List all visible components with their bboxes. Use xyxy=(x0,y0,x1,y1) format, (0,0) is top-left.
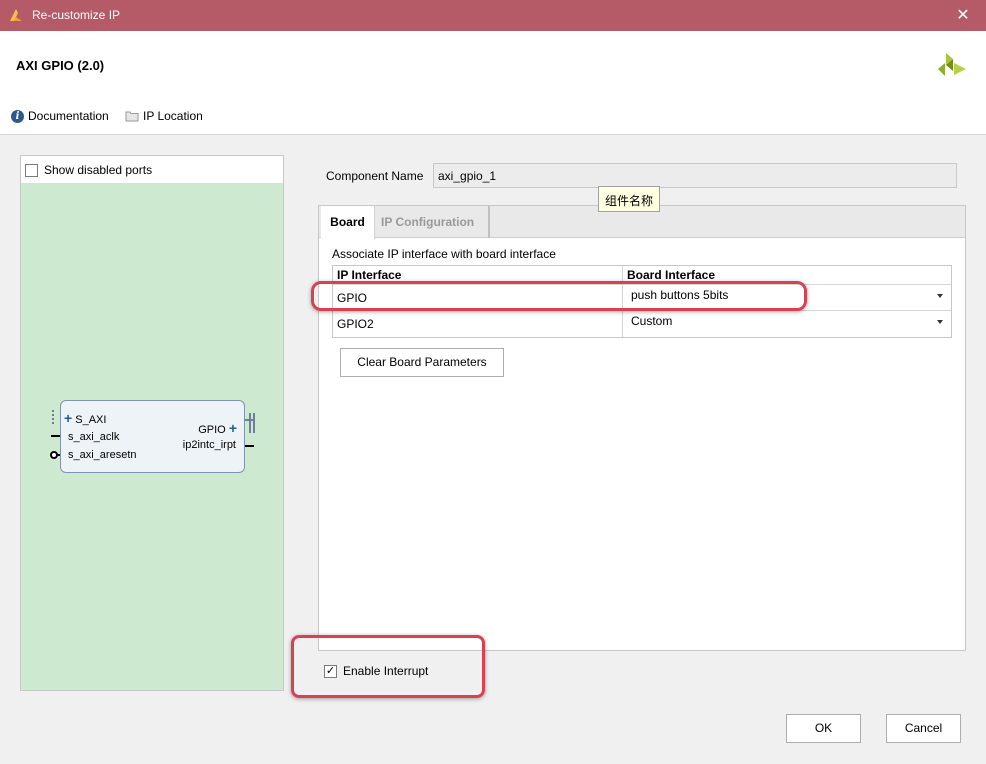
associate-label: Associate IP interface with board interf… xyxy=(332,247,556,261)
documentation-label: Documentation xyxy=(28,109,109,123)
ip-title: AXI GPIO (2.0) xyxy=(16,58,105,73)
ip-interface-cell: GPIO xyxy=(333,285,623,310)
tab-board[interactable]: Board xyxy=(321,206,375,239)
configuration-area: Component Name axi_gpio_1 组件名称 Board IP … xyxy=(300,155,980,715)
expand-plus-icon: + xyxy=(64,410,73,426)
clear-board-parameters-button[interactable]: Clear Board Parameters xyxy=(340,348,504,377)
window-title: Re-customize IP xyxy=(32,8,121,22)
gpio-pin: GPIO + xyxy=(198,420,237,436)
col-ip-interface: IP Interface xyxy=(333,266,623,284)
s-axi-aclk-pin: s_axi_aclk xyxy=(68,431,120,443)
table-header: IP Interface Board Interface xyxy=(333,266,951,285)
enable-interrupt-label: Enable Interrupt xyxy=(343,664,429,678)
s-axi-pin: + S_AXI xyxy=(64,410,106,426)
axi-gpio-block[interactable]: + S_AXI s_axi_aclk s_axi_aresetn GPIO + … xyxy=(60,400,245,473)
board-interface-value: push buttons 5bits xyxy=(631,288,729,302)
table-row: GPIO2 Custom xyxy=(333,311,951,337)
chevron-down-icon xyxy=(937,320,943,324)
show-disabled-ports-label: Show disabled ports xyxy=(44,163,153,177)
board-interface-select[interactable]: Custom xyxy=(623,311,951,337)
xilinx-logo-icon xyxy=(938,53,966,76)
board-interface-select[interactable]: push buttons 5bits xyxy=(623,285,951,310)
ip-symbol-panel: Show disabled ports + S_AXI s_axi_aclk s… xyxy=(20,155,284,691)
close-button[interactable]: ✕ xyxy=(940,0,986,31)
s-axi-label: S_AXI xyxy=(75,414,107,426)
chevron-down-icon xyxy=(937,294,943,298)
folder-icon xyxy=(125,111,139,122)
tab-panel: Board IP Configuration Associate IP inte… xyxy=(318,205,966,651)
tab-ip-configuration[interactable]: IP Configuration xyxy=(381,206,491,238)
board-interface-table: IP Interface Board Interface GPIO push b… xyxy=(332,265,952,338)
show-disabled-ports-row: Show disabled ports xyxy=(21,156,283,184)
cancel-button[interactable]: Cancel xyxy=(886,714,961,743)
component-name-field[interactable]: axi_gpio_1 xyxy=(433,163,957,188)
board-interface-value: Custom xyxy=(631,314,673,328)
expand-plus-icon: + xyxy=(228,420,237,436)
ip-location-label: IP Location xyxy=(143,109,203,123)
tooltip: 组件名称 xyxy=(598,186,661,212)
vivado-app-icon xyxy=(10,9,22,21)
ip-interface-cell: GPIO2 xyxy=(333,311,623,337)
gpio-label: GPIO xyxy=(198,424,226,436)
col-board-interface: Board Interface xyxy=(627,268,716,282)
enable-interrupt-checkbox[interactable]: ✓ xyxy=(324,665,337,678)
dialog-header: AXI GPIO (2.0) i Documentation IP Locati… xyxy=(0,31,986,135)
component-name-label: Component Name xyxy=(326,169,424,183)
ip-location-link[interactable]: IP Location xyxy=(125,109,203,123)
s-axi-aresetn-pin: s_axi_aresetn xyxy=(68,449,137,461)
info-icon: i xyxy=(11,109,24,123)
ok-button[interactable]: OK xyxy=(786,714,861,743)
title-bar: Re-customize IP ✕ xyxy=(0,0,986,31)
ip2intc-irpt-pin: ip2intc_irpt xyxy=(182,439,236,451)
documentation-link[interactable]: i Documentation xyxy=(11,109,109,123)
show-disabled-ports-checkbox[interactable] xyxy=(25,164,38,177)
table-row: GPIO push buttons 5bits xyxy=(333,285,951,311)
